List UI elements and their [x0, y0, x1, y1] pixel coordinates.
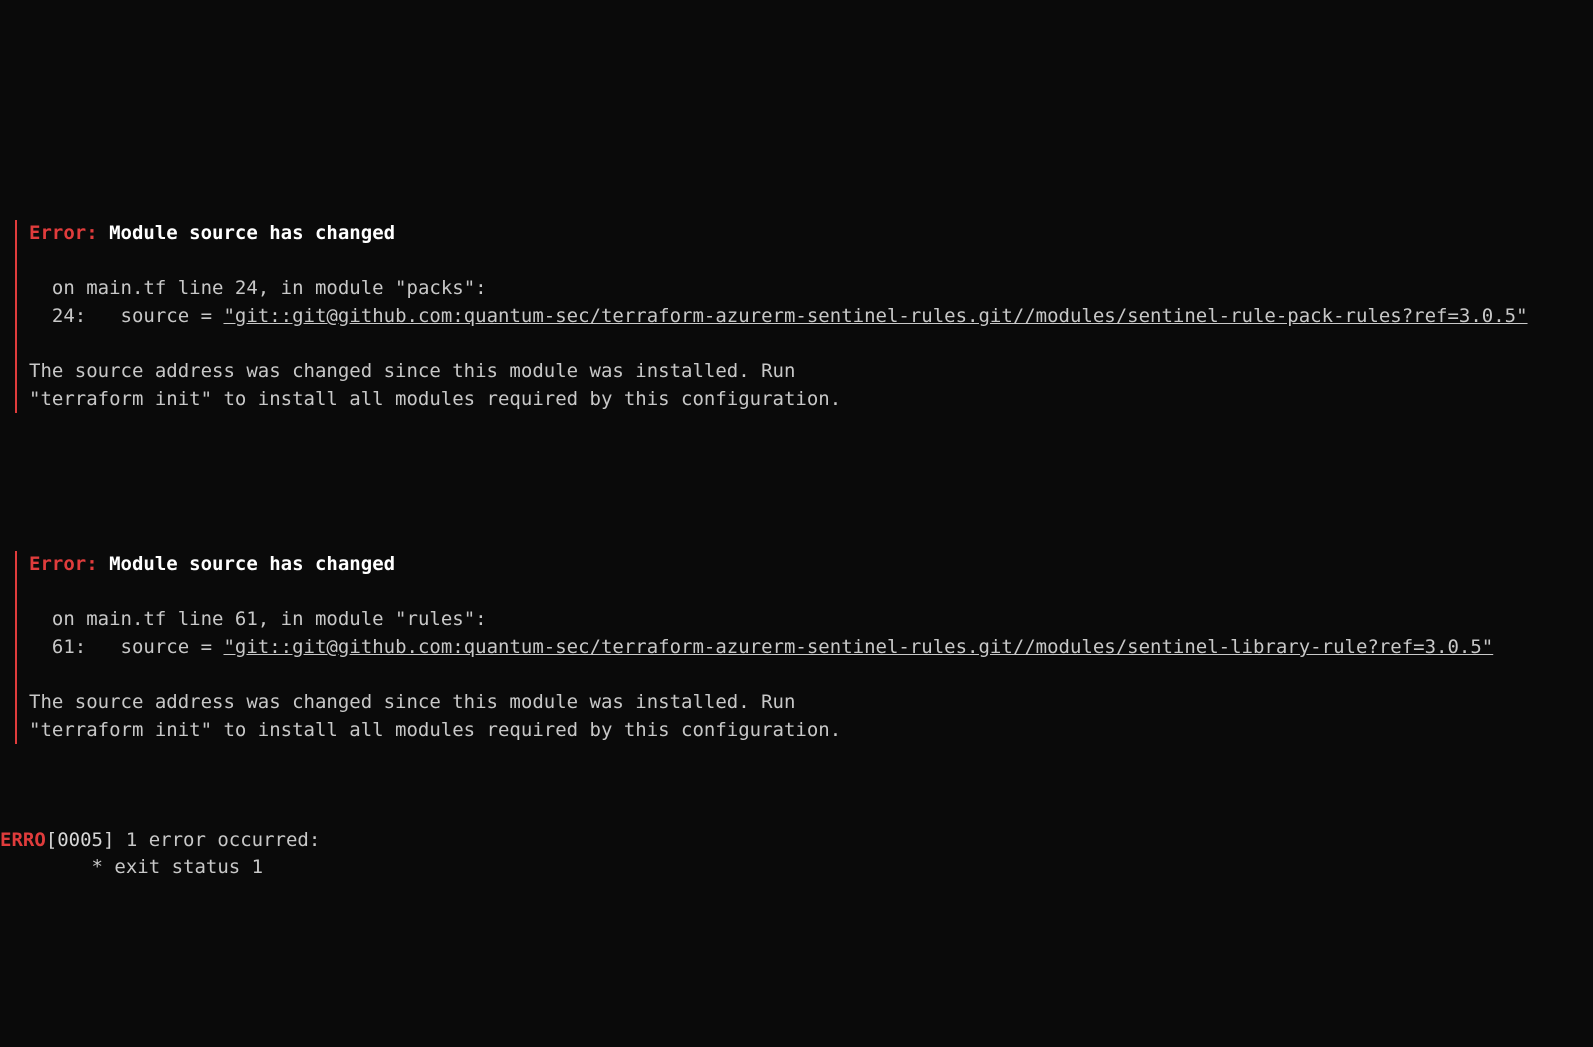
erro-footer: ERRO[0005] 1 error occurred: * exit stat… [0, 827, 1593, 882]
erro-tag: ERRO [0, 829, 46, 851]
error-block: Error: Module source has changed on main… [0, 524, 1593, 772]
error-title: Module source has changed [109, 553, 395, 575]
error-body: Error: Module source has changed on main… [15, 551, 1593, 744]
error-explain-line: The source address was changed since thi… [29, 360, 795, 382]
error-explain-line: The source address was changed since thi… [29, 691, 795, 713]
error-explain-line: "terraform init" to install all modules … [29, 719, 841, 741]
error-label: Error: [29, 553, 98, 575]
error-block: Error: Module source has changed on main… [0, 193, 1593, 441]
error-code-prefix: 24: source = [29, 305, 223, 327]
erro-detail: * exit status 1 [0, 856, 263, 878]
error-code-prefix: 61: source = [29, 636, 223, 658]
error-explain-line: "terraform init" to install all modules … [29, 388, 841, 410]
error-location: on main.tf line 24, in module "packs": [29, 277, 487, 299]
error-body: Error: Module source has changed on main… [15, 220, 1593, 413]
error-source-url: "git::git@github.com:quantum-sec/terrafo… [223, 636, 1493, 658]
terminal-output: Error: Module source has changed on main… [0, 138, 1593, 910]
error-title: Module source has changed [109, 222, 395, 244]
erro-msg: 1 error occurred: [126, 829, 320, 851]
error-location: on main.tf line 61, in module "rules": [29, 608, 487, 630]
erro-ts: [0005] [46, 829, 126, 851]
error-source-url: "git::git@github.com:quantum-sec/terrafo… [223, 305, 1527, 327]
error-label: Error: [29, 222, 98, 244]
